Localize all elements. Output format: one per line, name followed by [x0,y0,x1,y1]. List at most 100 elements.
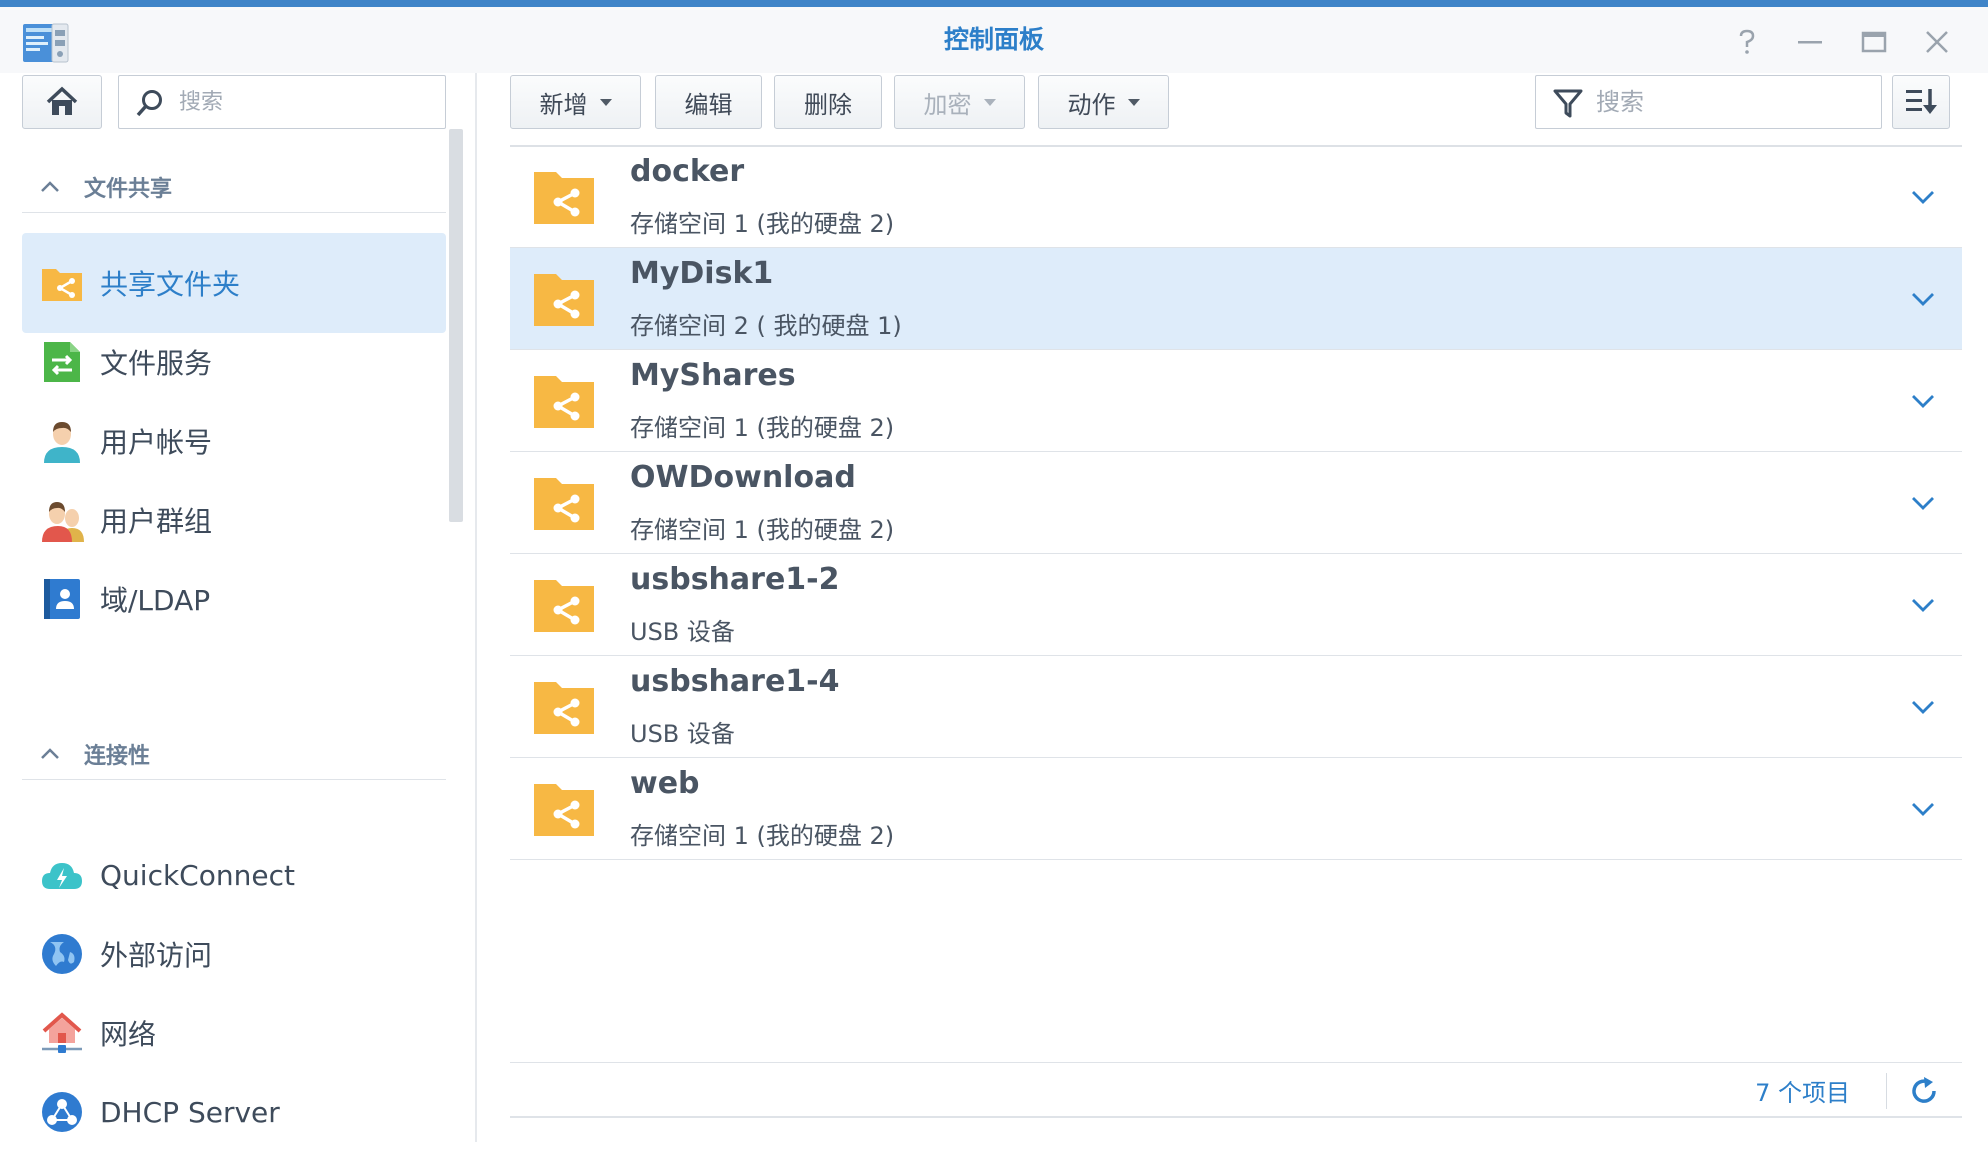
group-label: 连接性 [84,743,151,769]
delete-button[interactable]: 删除 [774,75,882,129]
chevron-down-icon[interactable] [1908,284,1938,314]
chevron-down-icon[interactable] [1908,488,1938,518]
pane-divider [475,73,477,1142]
encrypt-button-label: 加密 [923,90,972,119]
delete-button-label: 删除 [804,90,852,119]
sidebar-search[interactable] [118,75,446,129]
chevron-down-icon[interactable] [1908,692,1938,722]
shared-folder-icon [534,784,594,836]
dhcp-server-icon [42,1092,82,1132]
refresh-icon[interactable] [1908,1075,1940,1107]
home-button[interactable] [22,75,102,129]
shared-folder-icon [42,269,82,301]
group-header-connectivity[interactable]: 连接性 [22,728,446,780]
chevron-down-icon[interactable] [1908,590,1938,620]
sort-icon [1906,89,1937,114]
table-row[interactable]: OWDownload 存储空间 1 (我的硬盘 2) [510,452,1962,554]
window-title: 控制面板 [943,25,1044,54]
filter-icon [1553,89,1583,118]
share-name: MyShares [630,358,796,393]
table-row[interactable]: usbshare1-2 USB 设备 [510,554,1962,656]
sidebar-item-label: 用户帐号 [100,426,213,459]
sidebar-item-label: DHCP Server [100,1095,280,1129]
shared-folder-icon [534,172,594,224]
sidebar-item-label: 外部访问 [100,939,213,972]
table-row[interactable]: docker 存储空间 1 (我的硬盘 2) [510,146,1962,248]
shared-folder-icon [534,376,594,428]
action-button[interactable]: 动作 [1038,75,1169,129]
filter-search[interactable] [1535,75,1882,129]
caret-down-icon [983,98,996,106]
group-header-file-sharing[interactable]: 文件共享 [22,161,446,213]
chevron-down-icon[interactable] [1908,794,1938,824]
table-row[interactable]: MyShares 存储空间 1 (我的硬盘 2) [510,350,1962,452]
sidebar-item-label: 文件服务 [100,347,213,380]
close-button[interactable] [1922,27,1952,57]
user-icon [44,422,80,463]
share-name: usbshare1-4 [630,664,840,699]
ldap-icon [44,579,80,619]
share-name: OWDownload [630,460,856,495]
sidebar-item-label: 域/LDAP [100,584,211,617]
share-name: docker [630,154,745,189]
share-name: usbshare1-2 [630,562,840,597]
control-panel-window: 控制面板 搜索 文件共享 共享文件夹 文件服务 用户帐号 用户群组 域/LDAP… [0,0,1988,1142]
chevron-down-icon[interactable] [1908,386,1938,416]
share-location: 存储空间 1 (我的硬盘 2) [630,516,895,544]
share-name: MyDisk1 [630,256,774,291]
sidebar-item-label: 网络 [100,1018,157,1051]
caret-down-icon [1127,98,1140,106]
maximize-button[interactable] [1859,27,1889,57]
sidebar: 文件共享 共享文件夹 文件服务 用 [0,73,470,1142]
edit-button[interactable]: 编辑 [655,75,762,129]
sidebar-item-ldap[interactable]: 域/LDAP [22,549,446,649]
sidebar-item-label: QuickConnect [100,858,295,892]
action-button-label: 动作 [1067,90,1116,119]
chevron-down-icon[interactable] [1908,182,1938,212]
share-location: USB 设备 [630,720,735,748]
share-location: 存储空间 1 (我的硬盘 2) [630,414,895,442]
table-row[interactable]: MyDisk1 存储空间 2 ( 我的硬盘 1) [510,248,1962,350]
share-name: web [630,766,700,801]
share-location: USB 设备 [630,618,735,646]
sidebar-item-dhcp-server[interactable]: DHCP Server [22,1062,446,1162]
sort-button[interactable] [1892,75,1950,129]
footer-separator [1886,1073,1887,1109]
maximize-icon [1861,31,1887,53]
share-location: 存储空间 2 ( 我的硬盘 1) [630,312,902,340]
window-accent-bar [0,0,1988,7]
search-icon [136,90,162,117]
filter-search-input[interactable] [1596,84,1866,120]
file-services-icon [44,342,80,382]
table-row[interactable]: web 存储空间 1 (我的硬盘 2) [510,758,1962,860]
shared-folder-icon [534,580,594,632]
sidebar-item-label: 用户群组 [100,505,213,538]
sidebar-search-input[interactable] [179,84,429,120]
shared-folder-list: docker 存储空间 1 (我的硬盘 2) MyDisk1 存储空间 2 ( 我的硬… [510,146,1962,860]
globe-icon [42,934,82,974]
sidebar-scrollbar-thumb[interactable] [449,129,463,522]
minimize-icon [1798,41,1822,44]
network-house-icon [42,1012,82,1053]
table-row[interactable]: usbshare1-4 USB 设备 [510,656,1962,758]
edit-button-label: 编辑 [684,90,733,119]
chevron-up-icon [41,180,59,192]
list-footer: 7 个项目 [510,1062,1962,1118]
close-icon [1926,31,1948,53]
create-button-label: 新增 [539,90,588,119]
help-icon [1739,29,1755,54]
share-location: 存储空间 1 (我的硬盘 2) [630,822,895,850]
title-bar[interactable]: 控制面板 [0,7,1988,73]
quickconnect-cloud-icon [42,863,82,889]
group-label: 文件共享 [84,176,173,202]
item-count: 7 个项目 [1755,1079,1850,1107]
shared-folder-icon [534,478,594,530]
user-group-icon [42,502,84,542]
minimize-button[interactable] [1795,27,1825,57]
help-button[interactable] [1732,27,1762,57]
home-icon [46,86,78,115]
create-button[interactable]: 新增 [510,75,641,129]
shared-folder-icon [534,682,594,734]
encrypt-button[interactable]: 加密 [894,75,1025,129]
chevron-up-icon [41,747,59,759]
